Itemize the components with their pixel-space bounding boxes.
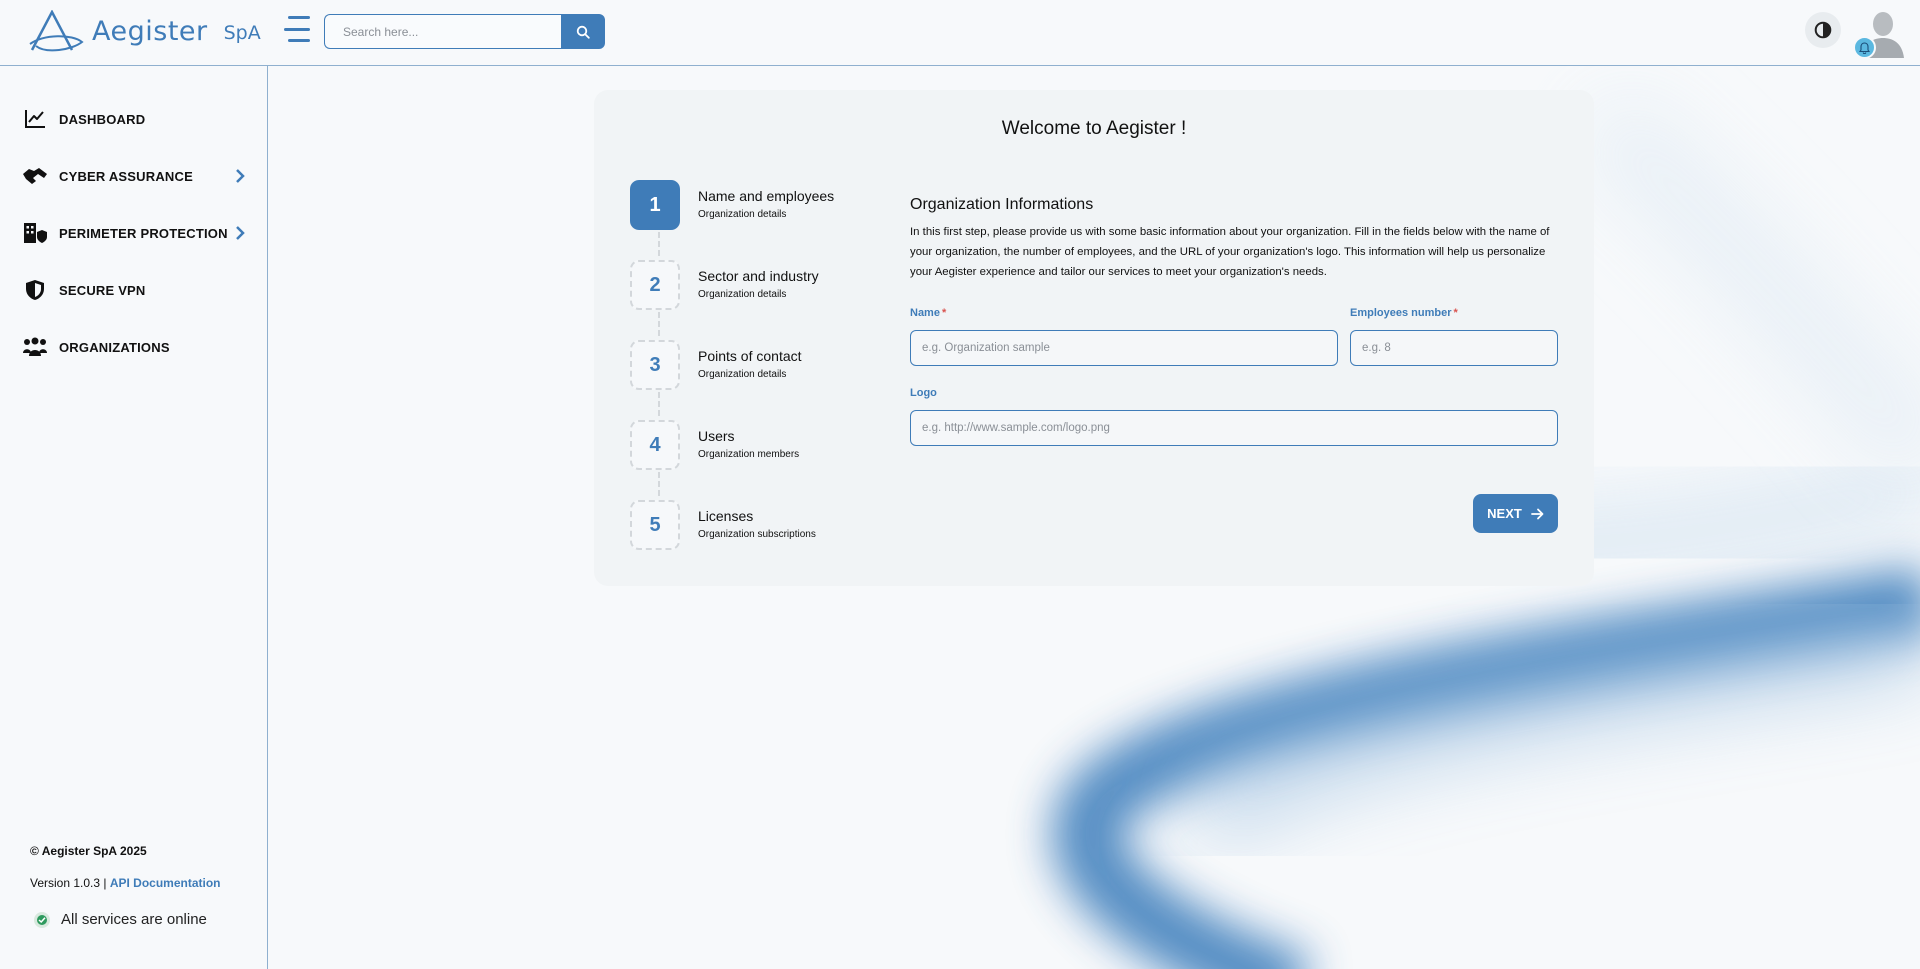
aegister-logo-icon — [29, 10, 84, 52]
step-title: Points of contact — [698, 348, 802, 364]
step-connector — [658, 232, 660, 256]
employees-label: Employees number * — [1350, 307, 1458, 319]
contrast-icon — [1814, 21, 1832, 39]
step-subtitle: Organization details — [698, 209, 787, 220]
people-group-icon — [22, 334, 48, 360]
sidebar-item-label: DASHBOARD — [59, 111, 146, 127]
step-subtitle: Organization subscriptions — [698, 529, 816, 540]
building-shield-icon — [22, 220, 48, 246]
chart-line-icon — [22, 106, 48, 132]
theme-toggle-button[interactable] — [1805, 12, 1841, 48]
version-info: Version 1.0.3 | API Documentation — [30, 876, 221, 890]
copyright-text: © Aegister SpA 2025 — [30, 844, 147, 858]
wizard-step-2[interactable]: 2 Sector and industry Organization detai… — [630, 260, 870, 310]
status-check-icon — [34, 911, 50, 928]
step-connector — [658, 312, 660, 336]
sidebar: DASHBOARD CYBER ASSURANCE PERIMETER PROT… — [0, 66, 268, 969]
sidebar-item-secure-vpn[interactable]: SECURE VPN — [0, 270, 268, 310]
next-button[interactable]: NEXT — [1473, 494, 1558, 533]
name-label: Name * — [910, 307, 946, 319]
step-number: 3 — [630, 340, 680, 390]
chevron-right-icon — [236, 169, 245, 183]
bell-icon — [1859, 41, 1870, 54]
sidebar-item-label: PERIMETER PROTECTION — [59, 225, 228, 241]
shield-icon — [22, 277, 48, 303]
api-documentation-link[interactable]: API Documentation — [110, 876, 221, 890]
menu-toggle-icon[interactable] — [284, 16, 310, 42]
sidebar-item-perimeter-protection[interactable]: PERIMETER PROTECTION — [0, 213, 268, 253]
aegister-logo[interactable]: Aegister SpA — [28, 10, 261, 52]
required-mark: * — [941, 307, 947, 319]
wizard-step-1[interactable]: 1 Name and employees Organization detail… — [630, 180, 870, 230]
next-button-label: NEXT — [1487, 506, 1522, 521]
search-input[interactable] — [324, 14, 561, 49]
arrow-right-icon — [1530, 508, 1544, 519]
search-icon — [576, 25, 590, 39]
step-connector — [658, 472, 660, 496]
status-text: All services are online — [61, 911, 207, 928]
version-text: Version 1.0.3 | — [30, 876, 110, 890]
step-subtitle: Organization members — [698, 449, 800, 460]
logo-label: Logo — [910, 387, 937, 399]
sidebar-item-label: CYBER ASSURANCE — [59, 168, 193, 184]
logo-label-text: Logo — [910, 387, 937, 399]
search-bar — [324, 14, 605, 49]
wizard-step-5[interactable]: 5 Licenses Organization subscriptions — [630, 500, 870, 550]
logo-url-input[interactable] — [910, 410, 1558, 446]
logo-suffix: SpA — [223, 22, 261, 44]
sidebar-item-organizations[interactable]: ORGANIZATIONS — [0, 327, 268, 367]
step-number: 1 — [630, 180, 680, 230]
step-connector — [658, 392, 660, 416]
step-number: 4 — [630, 420, 680, 470]
step-subtitle: Organization details — [698, 369, 787, 380]
sidebar-item-dashboard[interactable]: DASHBOARD — [0, 99, 268, 139]
onboarding-wizard-card: Welcome to Aegister ! 1 Name and employe… — [594, 90, 1594, 586]
page-title: Welcome to Aegister ! — [1001, 118, 1187, 139]
employees-number-input[interactable] — [1350, 330, 1558, 366]
notifications-button[interactable] — [1853, 36, 1876, 59]
service-status: All services are online — [34, 911, 207, 928]
form-description: In this first step, please provide us wi… — [910, 226, 1550, 278]
required-mark: * — [1453, 307, 1458, 319]
form-title: Organization Informations — [910, 196, 1094, 213]
name-label-text: Name — [910, 307, 940, 319]
organization-name-input[interactable] — [910, 330, 1338, 366]
step-number: 2 — [630, 260, 680, 310]
sidebar-item-label: SECURE VPN — [59, 282, 146, 298]
handshake-icon — [22, 163, 48, 189]
step-number: 5 — [630, 500, 680, 550]
step-title: Name and employees — [698, 188, 835, 204]
wizard-step-4[interactable]: 4 Users Organization members — [630, 420, 870, 470]
step-subtitle: Organization details — [698, 289, 787, 300]
step-title: Licenses — [698, 508, 754, 524]
sidebar-item-cyber-assurance[interactable]: CYBER ASSURANCE — [0, 156, 268, 196]
sidebar-item-label: ORGANIZATIONS — [59, 339, 170, 355]
step-title: Users — [698, 428, 735, 444]
employees-label-text: Employees number — [1350, 307, 1452, 319]
logo-text: Aegister — [92, 15, 208, 47]
top-header: Aegister SpA — [0, 0, 1920, 66]
chevron-right-icon — [236, 226, 245, 240]
search-button[interactable] — [561, 14, 605, 49]
step-title: Sector and industry — [698, 268, 819, 284]
wizard-step-3[interactable]: 3 Points of contact Organization details — [630, 340, 870, 390]
